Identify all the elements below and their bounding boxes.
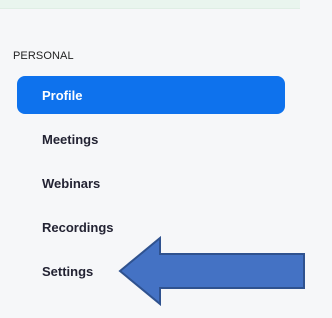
sidebar-item-label: Webinars xyxy=(42,175,101,191)
sidebar-item-label: Meetings xyxy=(42,131,99,147)
sidebar-item-label: Settings xyxy=(42,263,94,279)
sidebar-item-label: Profile xyxy=(42,87,83,103)
settings-sidebar: PERSONAL Profile Meetings Webinars Recor… xyxy=(0,0,332,318)
section-heading-personal: PERSONAL xyxy=(13,50,74,62)
sidebar-item-profile[interactable]: Profile xyxy=(17,76,285,114)
sidebar-item-label: Recordings xyxy=(42,219,114,235)
left-arrow-icon xyxy=(118,236,305,306)
sidebar-item-meetings[interactable]: Meetings xyxy=(17,120,285,158)
arrow-shape xyxy=(118,236,305,306)
sidebar-item-webinars[interactable]: Webinars xyxy=(17,164,285,202)
top-divider xyxy=(0,0,300,9)
